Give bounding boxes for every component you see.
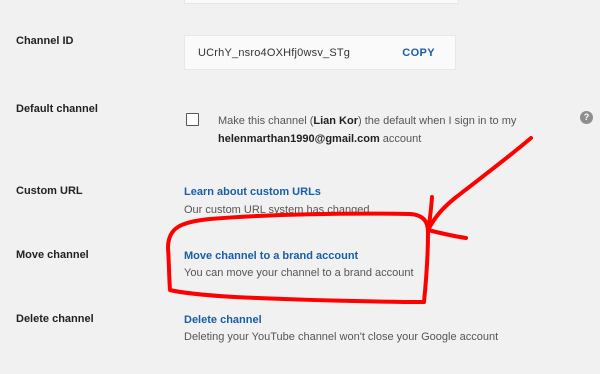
- red-annotation-drawing: [166, 136, 533, 304]
- red-circle-around-move-channel: [166, 211, 430, 304]
- red-arrow-shaft: [426, 136, 533, 232]
